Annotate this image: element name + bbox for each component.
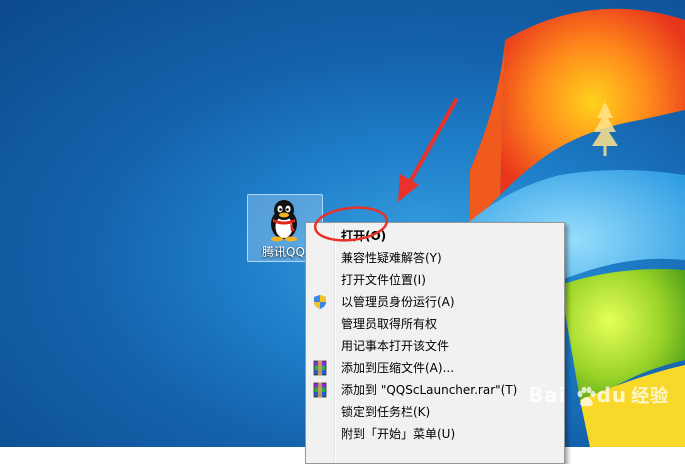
menu-item-pin-to-start[interactable]: 附到「开始」菜单(U) [308,424,562,444]
watermark-brand: Bai [528,383,567,407]
menu-item-pin-to-taskbar[interactable]: 锁定到任务栏(K) [308,402,562,422]
menu-item-open-with-notepad[interactable]: 用记事本打开该文件 [308,336,562,356]
watermark-brand-end: du [596,383,628,407]
winrar-icon [313,382,327,398]
flag-red-pane [500,8,685,195]
context-menu: 打开(O) 兼容性疑难解答(Y) 打开文件位置(I) 以管理员身份运行(A) 管… [305,222,565,464]
winrar-icon [313,360,327,376]
menu-item-take-ownership-label: 管理员取得所有权 [341,317,438,331]
menu-item-take-ownership[interactable]: 管理员取得所有权 [308,314,562,334]
baidu-watermark: Bai du 经验 [528,382,669,408]
menu-item-compat-troubleshoot[interactable]: 兼容性疑难解答(Y) [308,248,562,268]
menu-item-open-file-location[interactable]: 打开文件位置(I) [308,270,562,290]
watermark-suffix: 经验 [631,386,670,407]
menu-item-open-file-location-label: 打开文件位置(I) [341,273,426,287]
menu-item-add-to-archive[interactable]: 添加到压缩文件(A)... [308,358,562,378]
menu-item-open-label: 打开(O) [341,229,387,243]
menu-item-open-with-notepad-label: 用记事本打开该文件 [341,339,450,353]
qq-penguin-icon [271,200,297,242]
menu-item-run-as-admin[interactable]: 以管理员身份运行(A) [308,292,562,312]
menu-item-run-as-admin-label: 以管理员身份运行(A) [341,295,455,309]
menu-item-add-to-archive-label: 添加到压缩文件(A)... [341,361,455,375]
menu-item-pin-to-start-label: 附到「开始」菜单(U) [341,427,456,441]
uac-shield-icon [314,295,326,309]
baidu-paw-icon [577,386,596,406]
menu-item-open[interactable]: 打开(O) [308,226,562,246]
menu-item-pin-to-taskbar-label: 锁定到任务栏(K) [341,405,431,419]
desktop-background: 腾讯QQ 打开(O) 兼容性疑难解答(Y) 打开文件位置(I) 以管理员身份运行… [0,0,685,464]
menu-item-compat-troubleshoot-label: 兼容性疑难解答(Y) [341,251,442,265]
menu-item-add-to-rar-label: 添加到 "QQScLauncher.rar"(T) [341,383,518,397]
menu-item-add-to-rar[interactable]: 添加到 "QQScLauncher.rar"(T) [308,380,562,400]
